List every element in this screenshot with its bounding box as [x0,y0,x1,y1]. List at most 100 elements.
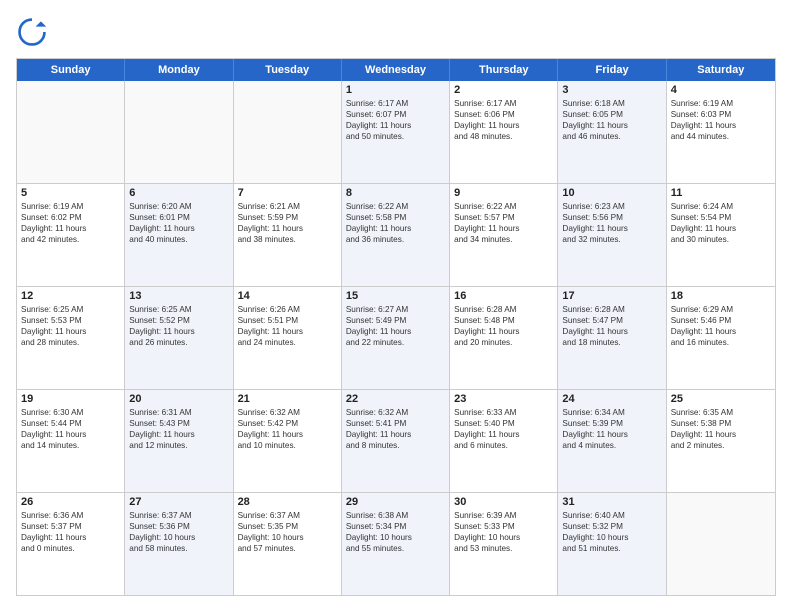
day-number: 9 [454,187,553,199]
calendar-cell-3-7: 18Sunrise: 6:29 AMSunset: 5:46 PMDayligh… [667,287,775,389]
weekday-header-wednesday: Wednesday [342,59,450,81]
cell-line: Sunset: 5:54 PM [671,212,771,223]
cell-line: Daylight: 10 hours [129,532,228,543]
cell-line: Sunrise: 6:28 AM [562,304,661,315]
cell-line: and 50 minutes. [346,131,445,142]
cell-line: and 28 minutes. [21,337,120,348]
calendar-row-4: 19Sunrise: 6:30 AMSunset: 5:44 PMDayligh… [17,390,775,493]
day-number: 3 [562,84,661,96]
cell-line: Daylight: 11 hours [238,326,337,337]
cell-line: Sunset: 6:07 PM [346,109,445,120]
cell-line: Daylight: 11 hours [346,326,445,337]
calendar-cell-2-5: 9Sunrise: 6:22 AMSunset: 5:57 PMDaylight… [450,184,558,286]
cell-line: Sunset: 6:03 PM [671,109,771,120]
calendar-cell-1-7: 4Sunrise: 6:19 AMSunset: 6:03 PMDaylight… [667,81,775,183]
day-number: 21 [238,393,337,405]
day-number: 8 [346,187,445,199]
cell-line: Sunrise: 6:39 AM [454,510,553,521]
day-number: 14 [238,290,337,302]
calendar-cell-4-2: 20 Sunrise: 6:31 AMSunset: 5:43 PMDayligh… [125,390,233,492]
cell-line: Sunset: 5:48 PM [454,315,553,326]
cell-line: and 22 minutes. [346,337,445,348]
cell-line: and 53 minutes. [454,543,553,554]
calendar-cell-2-3: 7Sunrise: 6:21 AMSunset: 5:59 PMDaylight… [234,184,342,286]
cell-line: Sunrise: 6:22 AM [454,201,553,212]
cell-line: Sunrise: 6:23 AM [562,201,661,212]
cell-line: Sunset: 6:06 PM [454,109,553,120]
calendar-cell-2-4: 8 Sunrise: 6:22 AMSunset: 5:58 PMDaylight… [342,184,450,286]
cell-line: Daylight: 11 hours [346,223,445,234]
day-number: 23 [454,393,553,405]
day-number: 15 [346,290,445,302]
cell-line: Sunrise: 6:17 AM [346,98,445,109]
weekday-header-monday: Monday [125,59,233,81]
cell-line: Daylight: 11 hours [562,223,661,234]
calendar-cell-2-7: 11 Sunrise: 6:24 AMSunset: 5:54 PMDayligh… [667,184,775,286]
cell-line: Daylight: 10 hours [454,532,553,543]
cell-line: Daylight: 11 hours [671,223,771,234]
cell-line: Sunrise: 6:25 AM [129,304,228,315]
cell-line: Sunrise: 6:37 AM [238,510,337,521]
cell-line: and 30 minutes. [671,234,771,245]
calendar-cell-4-4: 22Sunrise: 6:32 AMSunset: 5:41 PMDayligh… [342,390,450,492]
calendar-cell-1-5: 2Sunrise: 6:17 AMSunset: 6:06 PMDaylight… [450,81,558,183]
calendar-cell-3-3: 14Sunrise: 6:26 AMSunset: 5:51 PMDayligh… [234,287,342,389]
cell-line: Sunset: 5:58 PM [346,212,445,223]
calendar-cell-4-7: 25Sunrise: 6:35 AMSunset: 5:38 PMDayligh… [667,390,775,492]
calendar-cell-4-3: 21Sunrise: 6:32 AMSunset: 5:42 PMDayligh… [234,390,342,492]
cell-line: Daylight: 11 hours [562,326,661,337]
cell-line: Sunrise: 6:31 AM [129,407,228,418]
cell-line: Daylight: 11 hours [21,326,120,337]
cell-line: Daylight: 10 hours [346,532,445,543]
cell-line: Sunrise: 6:32 AM [238,407,337,418]
cell-line: and 51 minutes. [562,543,661,554]
cell-line: and 2 minutes. [671,440,771,451]
cell-line: Daylight: 11 hours [129,429,228,440]
cell-line: Sunrise: 6:24 AM [671,201,771,212]
day-number: 25 [671,393,771,405]
cell-line: and 4 minutes. [562,440,661,451]
cell-line: Sunrise: 6:22 AM [346,201,445,212]
cell-line: and 42 minutes. [21,234,120,245]
cell-line: Sunset: 5:51 PM [238,315,337,326]
day-number: 11 [671,187,771,199]
calendar-cell-4-1: 19Sunrise: 6:30 AMSunset: 5:44 PMDayligh… [17,390,125,492]
cell-line: Sunrise: 6:38 AM [346,510,445,521]
day-number: 20 [129,393,228,405]
day-number: 31 [562,496,661,508]
calendar-row-2: 5Sunrise: 6:19 AMSunset: 6:02 PMDaylight… [17,184,775,287]
cell-line: Sunrise: 6:20 AM [129,201,228,212]
header [16,16,776,48]
cell-line: Sunset: 5:34 PM [346,521,445,532]
cell-line: and 46 minutes. [562,131,661,142]
cell-line: Daylight: 11 hours [346,429,445,440]
calendar-cell-5-1: 26Sunrise: 6:36 AMSunset: 5:37 PMDayligh… [17,493,125,595]
cell-line: Daylight: 10 hours [562,532,661,543]
cell-line: Sunset: 5:39 PM [562,418,661,429]
calendar-cell-2-2: 6Sunrise: 6:20 AMSunset: 6:01 PMDaylight… [125,184,233,286]
day-number: 18 [671,290,771,302]
cell-line: Sunrise: 6:18 AM [562,98,661,109]
cell-line: Daylight: 11 hours [238,223,337,234]
logo [16,16,52,48]
page: SundayMondayTuesdayWednesdayThursdayFrid… [0,0,792,612]
calendar-cell-1-4: 1Sunrise: 6:17 AMSunset: 6:07 PMDaylight… [342,81,450,183]
cell-line: Sunset: 5:37 PM [21,521,120,532]
cell-line: and 48 minutes. [454,131,553,142]
day-number: 4 [671,84,771,96]
cell-line: Sunset: 5:47 PM [562,315,661,326]
cell-line: Sunset: 5:43 PM [129,418,228,429]
cell-line: and 14 minutes. [21,440,120,451]
cell-line: and 8 minutes. [346,440,445,451]
day-number: 6 [129,187,228,199]
cell-line: Sunrise: 6:19 AM [21,201,120,212]
cell-line: Sunrise: 6:28 AM [454,304,553,315]
cell-line: and 36 minutes. [346,234,445,245]
cell-line: and 57 minutes. [238,543,337,554]
weekday-header-sunday: Sunday [17,59,125,81]
day-number: 13 [129,290,228,302]
cell-line: Sunset: 6:05 PM [562,109,661,120]
calendar-cell-4-5: 23Sunrise: 6:33 AMSunset: 5:40 PMDayligh… [450,390,558,492]
weekday-header-saturday: Saturday [667,59,775,81]
calendar-cell-5-7 [667,493,775,595]
